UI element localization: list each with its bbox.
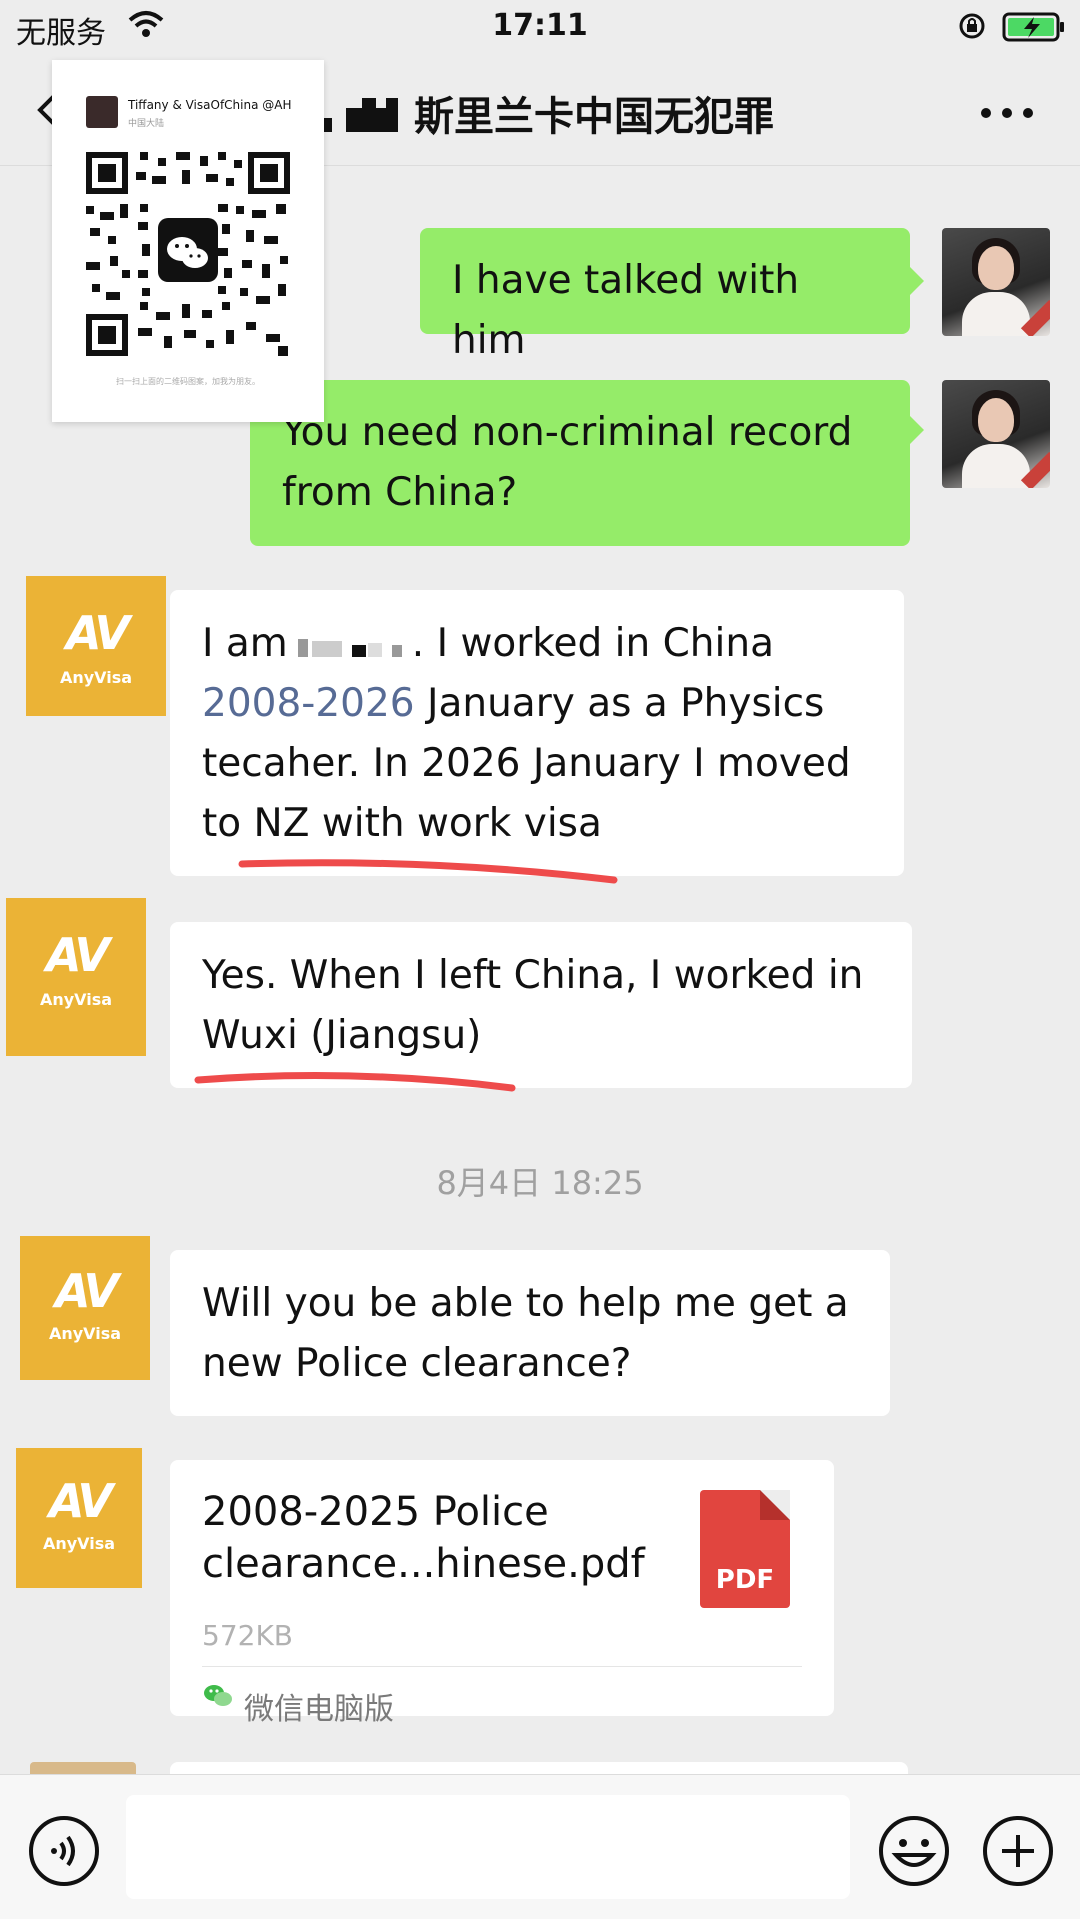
anyvisa-logo-name: AnyVisa bbox=[39, 990, 113, 1009]
emoji-icon[interactable] bbox=[878, 1815, 950, 1887]
rotation-lock-icon bbox=[959, 13, 985, 39]
anyvisa-logo-name: AnyVisa bbox=[48, 1324, 122, 1343]
message-text-line: 2008-2026 January as a Physics bbox=[202, 681, 825, 726]
user-avatar[interactable] bbox=[942, 380, 1050, 488]
input-bar bbox=[0, 1774, 1080, 1919]
message-input[interactable] bbox=[126, 1795, 850, 1899]
message-text-line: to NZ with work visa bbox=[202, 801, 602, 846]
qr-avatar bbox=[86, 96, 118, 128]
wechat-pc-icon bbox=[204, 1685, 232, 1706]
bubble-tail bbox=[910, 416, 924, 444]
anyvisa-logo-name: AnyVisa bbox=[42, 1534, 116, 1553]
message-bubble-incoming[interactable]: I am . I worked in China 2008-2026 Janua… bbox=[170, 590, 904, 876]
date-range-link[interactable]: 2008-2026 bbox=[202, 681, 415, 726]
pdf-file-icon: PDF bbox=[700, 1490, 790, 1608]
bubble-tail bbox=[910, 267, 924, 295]
anyvisa-logo-mark: AV bbox=[65, 606, 130, 660]
message-bubble-outgoing[interactable]: I have talked with him bbox=[420, 228, 910, 363]
message-bubble-incoming[interactable]: Yes. When I left China, I worked in Wuxi… bbox=[170, 922, 912, 1088]
message-text-line: new Police clearance? bbox=[202, 1341, 632, 1386]
message-text-line: Will you be able to help me get a bbox=[202, 1281, 849, 1326]
message-text-line: tecaher. In 2026 January I moved bbox=[202, 741, 851, 786]
qr-code-card: Tiffany & VisaOfChina @AH 中国大陆 扫一扫上面的二维码… bbox=[52, 60, 324, 422]
message-text-line: I am . I worked in China bbox=[202, 621, 774, 666]
voice-icon[interactable] bbox=[28, 1815, 100, 1887]
contact-avatar[interactable]: AV AnyVisa bbox=[6, 898, 146, 1056]
message-bubble-outgoing[interactable]: You need non-criminal record from China? bbox=[250, 380, 910, 546]
date-header: 8月4日 18:25 bbox=[436, 1164, 644, 1202]
message-text-line: from China? bbox=[282, 470, 518, 515]
file-message-card[interactable]: 2008-2025 Police clearance...hinese.pdf … bbox=[170, 1460, 834, 1727]
redacted-name-mask bbox=[297, 638, 402, 657]
qr-caption: 扫一扫上面的二维码图案，加我为朋友。 bbox=[116, 377, 260, 386]
message-bubble-incoming[interactable]: Will you be able to help me get a new Po… bbox=[170, 1250, 890, 1416]
contact-avatar[interactable]: AV AnyVisa bbox=[26, 576, 166, 716]
anyvisa-logo-name: AnyVisa bbox=[59, 668, 133, 687]
message-text-line: You need non-criminal record bbox=[282, 410, 853, 455]
anyvisa-logo-mark: AV bbox=[54, 1264, 119, 1318]
qr-region: 中国大陆 bbox=[128, 119, 165, 129]
anyvisa-logo-mark: AV bbox=[45, 928, 110, 982]
chat-title: 斯里兰卡中国无犯罪 bbox=[414, 94, 774, 140]
file-source-label: 微信电脑版 bbox=[244, 1692, 394, 1727]
qr-account-name: Tiffany & VisaOfChina @AH bbox=[128, 98, 292, 112]
file-name: 2008-2025 Police clearance...hinese.pdf bbox=[202, 1489, 645, 1587]
battery-charging-icon bbox=[1002, 12, 1064, 42]
divider bbox=[202, 1666, 802, 1667]
redacted-name-mask bbox=[320, 98, 398, 132]
contact-avatar[interactable]: AV AnyVisa bbox=[16, 1448, 142, 1588]
more-icon[interactable] bbox=[980, 106, 1034, 120]
message-text-line: Wuxi (Jiangsu) bbox=[202, 1013, 482, 1058]
status-bar: 无服务 17:11 bbox=[0, 0, 1080, 56]
clock: 17:11 bbox=[492, 8, 588, 43]
message-text-line: Yes. When I left China, I worked in bbox=[202, 953, 864, 998]
contact-avatar[interactable]: AV AnyVisa bbox=[20, 1236, 150, 1380]
user-avatar[interactable] bbox=[942, 228, 1050, 336]
wechat-icon bbox=[167, 237, 208, 268]
anyvisa-logo-mark: AV bbox=[48, 1474, 113, 1528]
file-size: 572KB bbox=[202, 1619, 294, 1652]
message-text: I have talked with him bbox=[452, 258, 800, 363]
plus-icon[interactable] bbox=[982, 1815, 1054, 1887]
